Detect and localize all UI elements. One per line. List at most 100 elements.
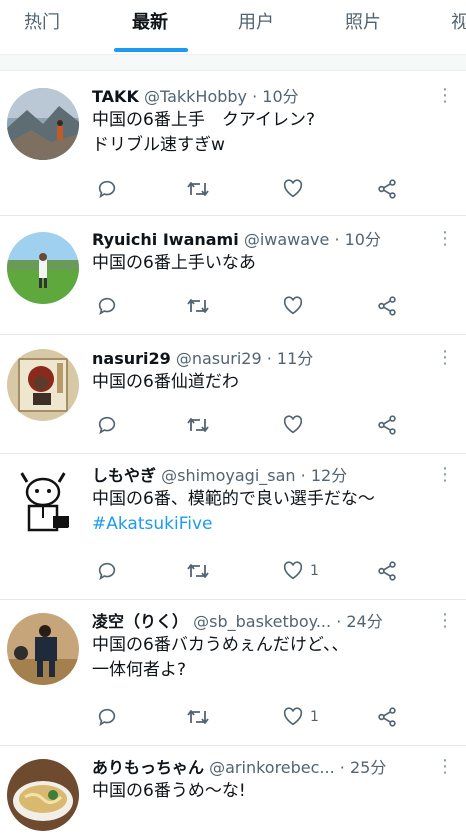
retweet-icon: [187, 299, 209, 313]
user-name[interactable]: Ryuichi Iwanami: [92, 230, 239, 249]
tweet-time: · 25分: [339, 758, 387, 777]
tab-popular[interactable]: 热门: [24, 0, 60, 54]
reply-icon: [98, 297, 116, 316]
retweet-button[interactable]: [186, 703, 210, 731]
like-count: 1: [310, 709, 319, 725]
reply-icon: [98, 708, 116, 727]
tweet-time: · 10分: [334, 230, 381, 249]
reply-button[interactable]: [96, 175, 118, 203]
tweet-header: TAKK @TakkHobby · 10分: [92, 86, 430, 108]
tab-users[interactable]: 用户: [238, 0, 274, 54]
reply-button[interactable]: [96, 411, 118, 439]
retweet-icon: [187, 418, 209, 432]
user-handle[interactable]: @TakkHobby: [144, 87, 247, 106]
user-handle[interactable]: @sb_basketboy...: [193, 612, 331, 631]
active-tab-indicator: [114, 48, 188, 52]
more-options-icon[interactable]: ⋮: [436, 610, 454, 632]
tweet-time: · 11分: [266, 349, 314, 368]
heart-icon: [283, 707, 303, 726]
reply-button[interactable]: [96, 557, 118, 585]
tweet-header: nasuri29 @nasuri29 · 11分: [92, 348, 430, 370]
like-button[interactable]: [282, 175, 310, 203]
tweet-header: しもやぎ @shimoyagi_san · 12分: [92, 465, 430, 487]
hashtag-link[interactable]: #AkatsukiFive: [92, 512, 430, 537]
tweet-text-line: ドリブル速すぎw: [92, 135, 225, 155]
more-options-icon[interactable]: ⋮: [436, 85, 454, 107]
retweet-icon: [187, 182, 209, 196]
reply-button[interactable]: [96, 292, 118, 320]
avatar[interactable]: [7, 349, 79, 421]
avatar[interactable]: [7, 232, 79, 304]
like-button[interactable]: [282, 292, 310, 320]
user-name[interactable]: ありもっちゃん: [92, 758, 204, 777]
more-options-icon[interactable]: ⋮: [436, 347, 454, 369]
tweet-time: · 12分: [300, 466, 348, 485]
heart-icon: [283, 296, 303, 315]
more-options-icon[interactable]: ⋮: [436, 464, 454, 486]
share-button[interactable]: [376, 292, 398, 320]
tweet-text-line: 中国の6番上手 クアイレン?: [92, 110, 315, 130]
share-button[interactable]: [376, 411, 398, 439]
tweet[interactable]: しもやぎ @shimoyagi_san · 12分 中国の6番、模範的で良い選手…: [0, 454, 466, 600]
tweet-text-line: 中国の6番うめ〜な!: [92, 781, 246, 801]
share-icon: [378, 296, 396, 316]
tab-videos[interactable]: 视: [451, 0, 466, 54]
tweet-header: Ryuichi Iwanami @iwawave · 10分: [92, 229, 430, 251]
tweet[interactable]: TAKK @TakkHobby · 10分 中国の6番上手 クアイレン? ドリブ…: [0, 71, 466, 216]
tweet[interactable]: nasuri29 @nasuri29 · 11分 中国の6番仙道だわ ⋮: [0, 335, 466, 454]
tweet[interactable]: Ryuichi Iwanami @iwawave · 10分 中国の6番上手いな…: [0, 216, 466, 335]
share-button[interactable]: [376, 703, 398, 731]
share-icon: [378, 561, 396, 581]
avatar[interactable]: [7, 759, 79, 831]
avatar[interactable]: [7, 613, 79, 685]
avatar[interactable]: [7, 88, 79, 160]
tweet-text-line: 中国の6番バカうめぇんだけど、、: [92, 635, 349, 655]
user-handle[interactable]: @shimoyagi_san: [161, 466, 295, 485]
tab-photos[interactable]: 照片: [345, 0, 381, 54]
tweet-text-line: 中国の6番、模範的で良い選手だな〜: [92, 489, 375, 509]
tweet-text-line: 中国の6番上手いなあ: [92, 253, 256, 273]
tab-latest[interactable]: 最新: [132, 0, 168, 54]
tweet-actions: [92, 292, 412, 320]
like-count: 1: [310, 563, 319, 579]
tweet-header: 凌空（りく） @sb_basketboy... · 24分: [92, 611, 430, 633]
share-button[interactable]: [376, 175, 398, 203]
user-name[interactable]: nasuri29: [92, 349, 171, 368]
user-name[interactable]: しもやぎ: [92, 466, 156, 485]
retweet-button[interactable]: [186, 411, 210, 439]
tweet-time: · 24分: [336, 612, 383, 631]
like-button[interactable]: 1: [282, 703, 319, 731]
like-button[interactable]: 1: [282, 557, 319, 585]
reply-icon: [98, 180, 116, 199]
retweet-button[interactable]: [186, 557, 210, 585]
share-icon: [378, 707, 396, 727]
reply-icon: [98, 562, 116, 581]
retweet-icon: [187, 564, 209, 578]
feed-separator: [0, 55, 466, 71]
tweet-actions: 1: [92, 557, 412, 585]
share-icon: [378, 415, 396, 435]
reply-button[interactable]: [96, 703, 118, 731]
heart-icon: [283, 561, 303, 580]
like-button[interactable]: [282, 411, 310, 439]
avatar[interactable]: [7, 466, 79, 538]
share-button[interactable]: [376, 557, 398, 585]
user-name[interactable]: TAKK: [92, 87, 139, 106]
retweet-button[interactable]: [186, 175, 210, 203]
tweet-actions: [92, 175, 412, 203]
tweet-actions: 1: [92, 703, 412, 731]
reply-icon: [98, 416, 116, 435]
retweet-button[interactable]: [186, 292, 210, 320]
user-handle[interactable]: @iwawave: [244, 230, 330, 249]
user-handle[interactable]: @arinkorebec...: [209, 758, 335, 777]
tweet-feed: TAKK @TakkHobby · 10分 中国の6番上手 クアイレン? ドリブ…: [0, 71, 466, 836]
user-handle[interactable]: @nasuri29: [176, 349, 262, 368]
retweet-icon: [187, 710, 209, 724]
more-options-icon[interactable]: ⋮: [436, 756, 454, 778]
share-icon: [378, 179, 396, 199]
more-options-icon[interactable]: ⋮: [436, 228, 454, 250]
tweet[interactable]: 凌空（りく） @sb_basketboy... · 24分 中国の6番バカうめぇ…: [0, 600, 466, 746]
tweet[interactable]: ありもっちゃん @arinkorebec... · 25分 中国の6番うめ〜な!…: [0, 746, 466, 836]
user-name[interactable]: 凌空（りく）: [92, 612, 188, 631]
tweet-text-line: 一体何者よ?: [92, 660, 187, 680]
